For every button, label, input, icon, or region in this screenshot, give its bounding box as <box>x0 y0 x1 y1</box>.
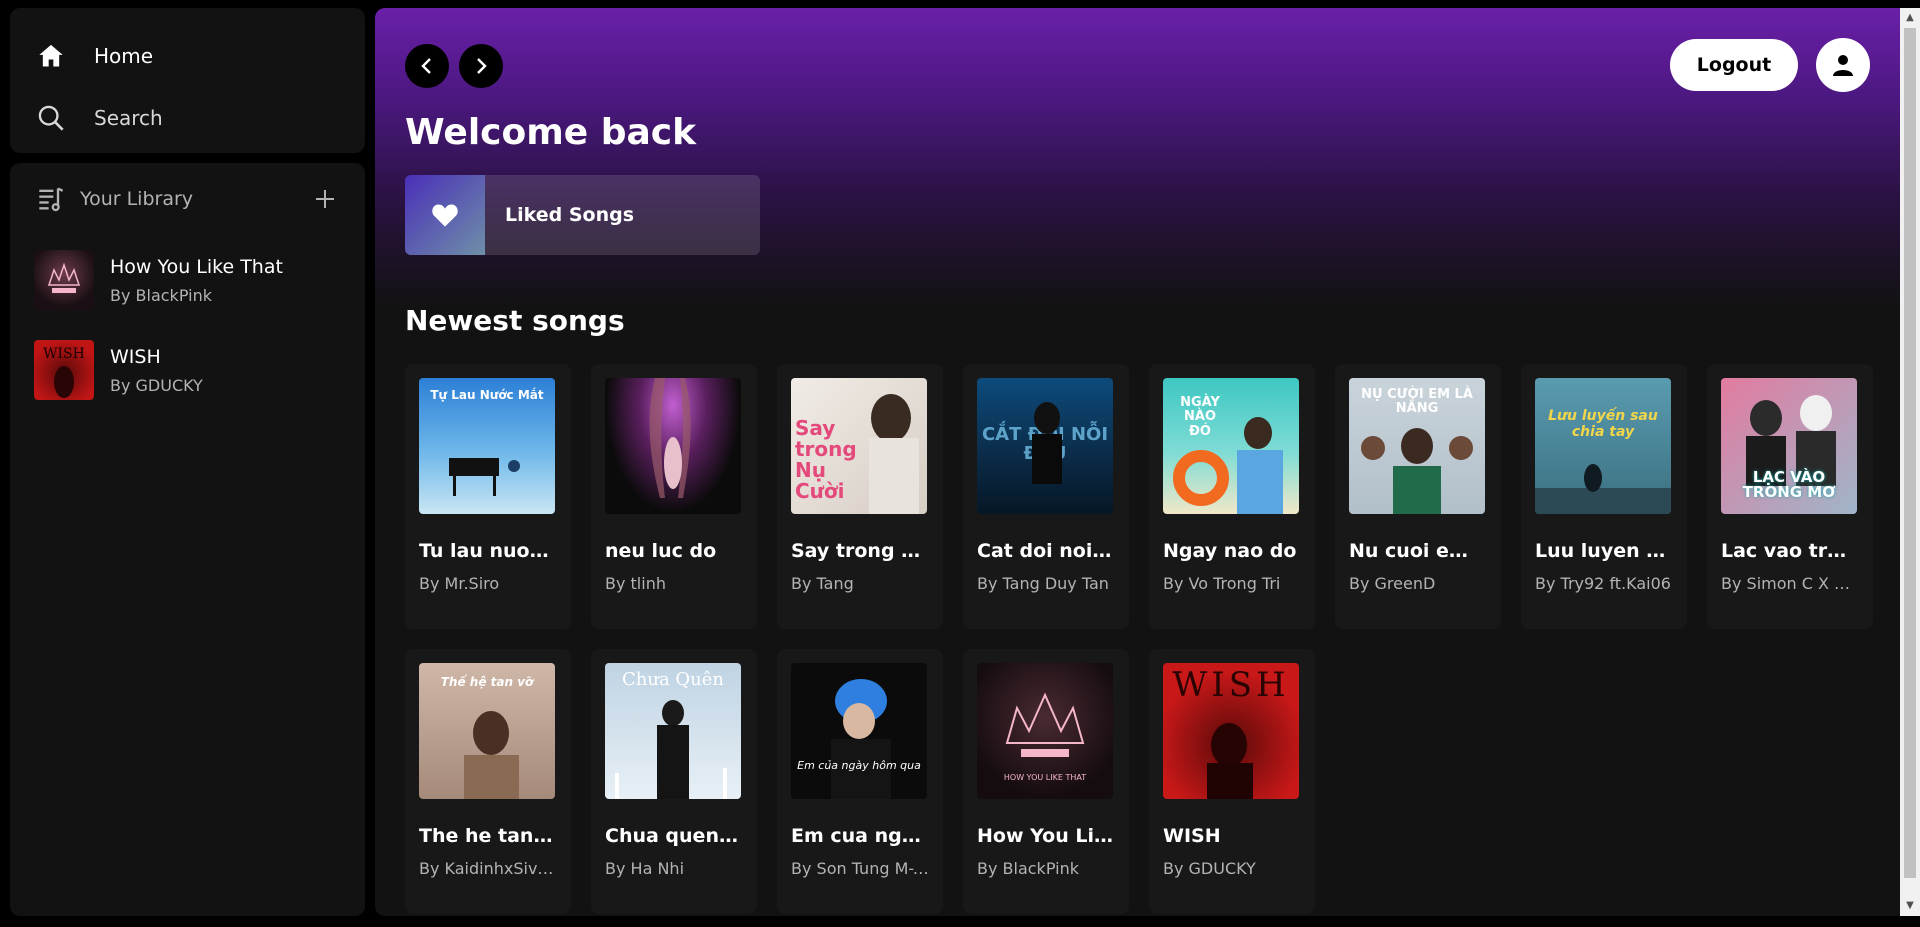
nav-search-label: Search <box>94 106 163 130</box>
library-item[interactable]: WISH WISH By GDUCKY <box>10 325 365 415</box>
song-card[interactable]: Tự Lau Nước Mắt Tu lau nuoc mat By Mr.Si… <box>405 364 571 629</box>
song-artist: By GDUCKY <box>1163 859 1256 878</box>
liked-songs-art <box>405 175 485 255</box>
song-artist: By Vo Trong Tri <box>1163 574 1281 593</box>
library-item-artist: By BlackPink <box>110 285 212 305</box>
song-card[interactable]: Chưa Quên Chua quen nguoi yeu cu By Ha N… <box>591 649 757 914</box>
search-icon <box>36 103 66 133</box>
song-artist: By KaidinhxSivan <box>419 859 557 878</box>
song-card[interactable]: Say trong Nụ Cười Say trong nu cuoi By T… <box>777 364 943 629</box>
song-title: Em cua ngay hom qua <box>791 825 929 847</box>
song-title: WISH <box>1163 825 1221 847</box>
nav-home[interactable]: Home <box>10 25 365 87</box>
song-cover: NỤ CƯỜI EM LÀ NẮNG <box>1349 378 1485 514</box>
home-icon <box>36 41 66 71</box>
song-title: Nu cuoi em la nang <box>1349 540 1487 562</box>
song-cover: Chưa Quên <box>605 663 741 799</box>
library-item-cover <box>34 250 94 310</box>
song-title: Tu lau nuoc mat <box>419 540 557 562</box>
song-cover-text: HOW YOU LIKE THAT <box>1003 773 1087 782</box>
song-artist: By Son Tung M-TP <box>791 859 929 878</box>
song-grid: Tự Lau Nước Mắt Tu lau nuoc mat By Mr.Si… <box>405 364 1873 914</box>
song-card[interactable]: NGÀY NÀO ĐÓ Ngay nao do By Vo Trong Tri <box>1149 364 1315 629</box>
song-card[interactable]: LẠC VÀO TRONG MƠ Lac vao trong mo By Sim… <box>1707 364 1873 629</box>
back-button[interactable] <box>405 44 449 88</box>
sidebar-library: Your Library How You Like That By BlackP… <box>10 163 365 916</box>
page-title: Welcome back <box>405 112 697 153</box>
song-artist: By GreenD <box>1349 574 1436 593</box>
profile-button[interactable] <box>1816 38 1870 92</box>
song-cover: Thế hệ tan vỡ <box>419 663 555 799</box>
library-item-cover: WISH <box>34 340 94 400</box>
song-cover: WISH <box>1163 663 1299 799</box>
song-cover: Em của ngày hôm qua <box>791 663 927 799</box>
logout-button[interactable]: Logout <box>1670 39 1798 91</box>
user-icon <box>1833 55 1853 76</box>
song-title: Luu luyen sau chia tay <box>1535 540 1673 562</box>
song-cover: NGÀY NÀO ĐÓ <box>1163 378 1299 514</box>
scrollbar[interactable]: ▲ ▼ <box>1900 8 1920 916</box>
song-card[interactable]: CẮT ĐÔI NỖI ĐAU Cat doi noi sau By Tang … <box>963 364 1129 629</box>
song-artist: By Tang <box>791 574 854 593</box>
song-title: How You Like That <box>977 825 1115 847</box>
song-title: Chua quen nguoi yeu cu <box>605 825 743 847</box>
song-artist: By tlinh <box>605 574 666 593</box>
library-item-title: How You Like That <box>110 255 283 278</box>
song-title: Say trong nu cuoi <box>791 540 929 562</box>
library-label: Your Library <box>80 188 194 210</box>
song-artist: By Simon C X Wuy <box>1721 574 1859 593</box>
song-title: The he tan vo <box>419 825 557 847</box>
main-content: Logout Welcome back Liked Songs Newest s… <box>375 8 1900 916</box>
song-cover <box>605 378 741 514</box>
song-cover: CẮT ĐÔI NỖI ĐAU <box>977 378 1113 514</box>
nav-search[interactable]: Search <box>10 87 365 149</box>
section-title: Newest songs <box>405 304 625 337</box>
song-card[interactable]: WISH WISH By GDUCKY <box>1149 649 1315 914</box>
song-card[interactable]: Em của ngày hôm qua Em cua ngay hom qua … <box>777 649 943 914</box>
library-item[interactable]: How You Like That By BlackPink <box>10 235 365 325</box>
app: Home Search Your Library How You Like Th… <box>0 0 1920 927</box>
song-cover-text: LẠC VÀO TRONG MƠ <box>1742 468 1836 501</box>
sidebar-nav: Home Search <box>10 8 365 153</box>
library-item-artist: By GDUCKY <box>110 375 203 395</box>
chevron-left-icon <box>421 58 431 74</box>
nav-home-label: Home <box>94 44 154 68</box>
song-artist: By Try92 ft.Kai06 <box>1535 574 1671 593</box>
chevron-right-icon <box>477 58 487 74</box>
song-cover: Lưu luyến sau chia tay <box>1535 378 1671 514</box>
song-card[interactable]: HOW YOU LIKE THAT How You Like That By B… <box>963 649 1129 914</box>
song-cover-text: Em của ngày hôm qua <box>797 759 921 772</box>
song-artist: By Ha Nhi <box>605 859 685 878</box>
song-card[interactable]: Thế hệ tan vỡ The he tan vo By KaidinhxS… <box>405 649 571 914</box>
song-title: Cat doi noi sau <box>977 540 1115 562</box>
song-cover: Tự Lau Nước Mắt <box>419 378 555 514</box>
heart-icon <box>432 204 458 227</box>
plus-icon[interactable] <box>311 185 339 213</box>
song-card[interactable]: Lưu luyến sau chia tay Luu luyen sau chi… <box>1521 364 1687 629</box>
library-header: Your Library <box>10 163 365 235</box>
song-cover: Say trong Nụ Cười <box>791 378 927 514</box>
scroll-up-icon[interactable]: ▲ <box>1904 12 1916 24</box>
song-title: neu luc do <box>605 540 717 562</box>
scroll-down-icon[interactable]: ▼ <box>1904 900 1916 912</box>
song-cover: LẠC VÀO TRONG MƠ <box>1721 378 1857 514</box>
scrollbar-thumb[interactable] <box>1904 28 1916 878</box>
song-cover: HOW YOU LIKE THAT <box>977 663 1113 799</box>
liked-songs-label: Liked Songs <box>505 204 635 226</box>
song-artist: By BlackPink <box>977 859 1079 878</box>
song-artist: By Tang Duy Tan <box>977 574 1109 593</box>
song-title: Ngay nao do <box>1163 540 1297 562</box>
library-icon[interactable] <box>36 184 66 214</box>
forward-button[interactable] <box>459 44 503 88</box>
library-item-title: WISH <box>110 345 161 368</box>
song-title: Lac vao trong mo <box>1721 540 1859 562</box>
svg-text:WISH: WISH <box>43 346 85 362</box>
song-artist: By Mr.Siro <box>419 574 500 593</box>
liked-songs-card[interactable]: Liked Songs <box>405 175 760 255</box>
song-card[interactable]: NỤ CƯỜI EM LÀ NẮNG Nu cuoi em la nang By… <box>1335 364 1501 629</box>
song-card[interactable]: neu luc do By tlinh <box>591 364 757 629</box>
